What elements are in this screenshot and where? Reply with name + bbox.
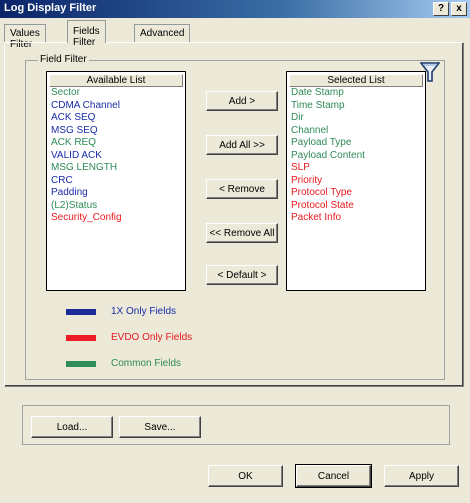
selected-list-item[interactable]: Time Stamp <box>291 100 425 113</box>
available-list-item[interactable]: CDMA Channel <box>51 100 185 113</box>
available-list-item[interactable]: Security_Config <box>51 212 185 225</box>
tab-fields-filter[interactable]: Fields Filter <box>67 20 106 48</box>
available-list[interactable]: Available List Sector CDMA Channel ACK SEQ… <box>46 71 186 291</box>
legend-label-1x: 1X Only Fields <box>111 306 177 317</box>
title-bar: Log Display Filter ? x <box>0 0 470 18</box>
help-button[interactable]: ? <box>433 2 449 16</box>
available-list-item[interactable]: (L2)Status <box>51 200 185 213</box>
available-list-header: Available List <box>49 74 183 87</box>
ok-button[interactable]: OK <box>208 465 283 487</box>
default-button[interactable]: < Default > <box>206 265 278 285</box>
selected-list-item[interactable]: Protocol State <box>291 200 425 213</box>
load-button[interactable]: Load... <box>31 416 113 438</box>
tab-advanced[interactable]: Advanced <box>134 24 191 42</box>
legend-label-common: Common Fields <box>111 358 182 369</box>
legend-label-evdo: EVDO Only Fields <box>111 332 193 343</box>
selected-list-item[interactable]: Date Stamp <box>291 87 425 100</box>
title-bar-buttons: ? x <box>433 2 467 16</box>
available-list-item[interactable]: Padding <box>51 187 185 200</box>
selected-list-item[interactable]: Dir <box>291 112 425 125</box>
available-list-item[interactable]: VALID ACK <box>51 150 185 163</box>
remove-button[interactable]: < Remove <box>206 179 278 199</box>
legend-swatch-evdo <box>66 335 96 341</box>
add-button[interactable]: Add > <box>206 91 278 111</box>
available-list-item[interactable]: ACK SEQ <box>51 112 185 125</box>
field-filter-label: Field Filter <box>38 54 89 65</box>
cancel-button[interactable]: Cancel <box>295 464 372 488</box>
tab-values-filter[interactable]: Values Filter <box>4 24 46 50</box>
close-button[interactable]: x <box>451 2 467 16</box>
load-save-frame: Load... Save... <box>22 405 450 445</box>
window-title: Log Display Filter <box>4 2 97 14</box>
apply-button[interactable]: Apply <box>384 465 459 487</box>
selected-list-item[interactable]: SLP <box>291 162 425 175</box>
fields-filter-panel: Field Filter Available List Sector CDMA C… <box>4 42 464 387</box>
legend-swatch-common <box>66 361 96 367</box>
selected-list-item[interactable]: Channel <box>291 125 425 138</box>
available-list-item[interactable]: CRC <box>51 175 185 188</box>
remove-all-button[interactable]: << Remove All <box>206 223 278 243</box>
selected-list-item[interactable]: Priority <box>291 175 425 188</box>
available-list-item[interactable]: Sector <box>51 87 185 100</box>
legend-swatch-1x <box>66 309 96 315</box>
add-all-button[interactable]: Add All >> <box>206 135 278 155</box>
selected-list[interactable]: Selected List Date Stamp Time Stamp Dir Cha… <box>286 71 426 291</box>
available-list-item[interactable]: MSG LENGTH <box>51 162 185 175</box>
selected-list-item[interactable]: Packet Info <box>291 212 425 225</box>
available-list-items: Sector CDMA Channel ACK SEQ MSG SEQ ACK REQ V… <box>47 87 185 225</box>
save-button[interactable]: Save... <box>119 416 201 438</box>
selected-list-items: Date Stamp Time Stamp Dir Channel Payload Ty… <box>287 87 425 225</box>
selected-list-header: Selected List <box>289 74 423 87</box>
field-filter-group: Field Filter Available List Sector CDMA C… <box>25 54 445 380</box>
available-list-item[interactable]: MSG SEQ <box>51 125 185 138</box>
dialog-window: Log Display Filter ? x Values Filter Fie… <box>0 0 470 503</box>
selected-list-item[interactable]: Payload Type <box>291 137 425 150</box>
selected-list-item[interactable]: Protocol Type <box>291 187 425 200</box>
available-list-item[interactable]: ACK REQ <box>51 137 185 150</box>
selected-list-item[interactable]: Payload Content <box>291 150 425 163</box>
